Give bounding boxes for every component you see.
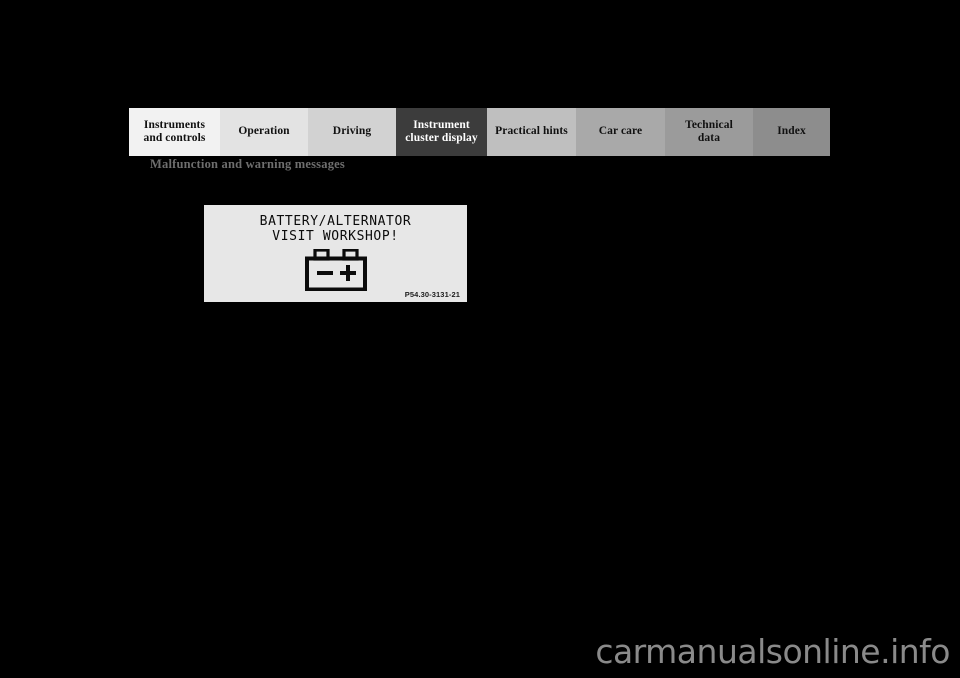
tab-index[interactable]: Index <box>753 108 830 156</box>
site-watermark: carmanualsonline.info <box>595 632 950 671</box>
tab-label: Practical hints <box>495 125 568 138</box>
chapter-tabbar: Instruments and controls Operation Drivi… <box>129 108 830 156</box>
tab-label: Technical data <box>685 118 733 145</box>
figure-reference-code: P54.30-3131-21 <box>404 290 460 299</box>
battery-icon <box>304 248 368 296</box>
manual-page: Instruments and controls Operation Drivi… <box>0 0 960 678</box>
tab-label: Operation <box>238 125 290 138</box>
tab-label: Index <box>777 125 806 138</box>
tab-instrument-cluster-display[interactable]: Instrument cluster display <box>396 108 487 156</box>
tab-label: Instrument cluster display <box>405 118 478 145</box>
tab-label: Car care <box>598 125 643 138</box>
tab-technical-data[interactable]: Technical data <box>665 108 753 156</box>
tab-instruments-and-controls[interactable]: Instruments and controls <box>129 108 220 156</box>
cluster-message-line-1: BATTERY/ALTERNATOR <box>259 214 412 229</box>
section-heading: Malfunction and warning messages <box>150 157 345 171</box>
cluster-message-line-2: VISIT WORKSHOP! <box>272 229 399 244</box>
tab-label: Driving <box>332 125 372 138</box>
tab-car-care[interactable]: Car care <box>576 108 665 156</box>
tab-practical-hints[interactable]: Practical hints <box>487 108 576 156</box>
instrument-cluster-display-figure: BATTERY/ALTERNATOR VISIT WORKSHOP! P54.3… <box>204 205 467 302</box>
tab-label: Instruments and controls <box>143 118 206 145</box>
tab-driving[interactable]: Driving <box>308 108 396 156</box>
tab-operation[interactable]: Operation <box>220 108 308 156</box>
cluster-message-text: BATTERY/ALTERNATOR VISIT WORKSHOP! <box>204 214 467 244</box>
